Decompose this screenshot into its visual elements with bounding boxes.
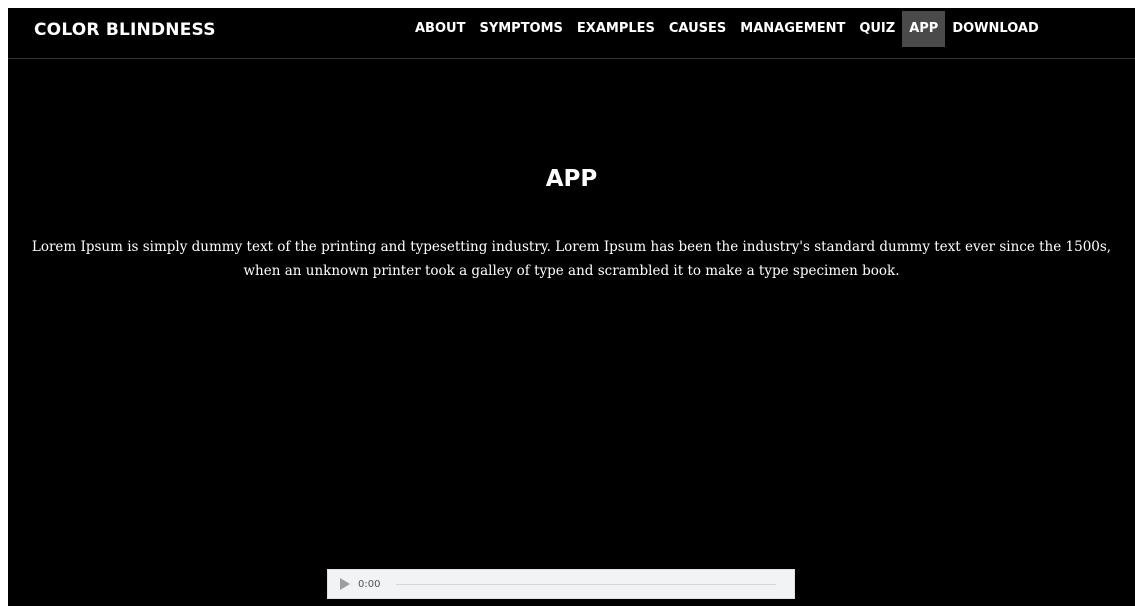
section-title: APP	[545, 166, 598, 192]
audio-progress-track[interactable]	[396, 583, 777, 585]
nav-item-management[interactable]: MANAGEMENT	[733, 11, 852, 47]
nav-item-examples[interactable]: EXAMPLES	[570, 11, 662, 47]
nav-item-symptoms[interactable]: SYMPTOMS	[472, 11, 569, 47]
brand-logo[interactable]: COLOR BLINDNESS	[34, 8, 216, 52]
section-description: Lorem Ipsum is simply dummy text of the …	[31, 239, 1112, 279]
nav-item-about[interactable]: ABOUT	[408, 11, 472, 47]
play-icon[interactable]	[340, 578, 350, 590]
nav-menu: ABOUT SYMPTOMS EXAMPLES CAUSES MANAGEMEN…	[408, 11, 1046, 47]
audio-time: 0:00	[358, 578, 381, 590]
nav-item-causes[interactable]: CAUSES	[662, 11, 733, 47]
top-navbar: COLOR BLINDNESS ABOUT SYMPTOMS EXAMPLES …	[8, 8, 1135, 59]
page-viewport: COLOR BLINDNESS ABOUT SYMPTOMS EXAMPLES …	[8, 8, 1135, 606]
nav-item-quiz[interactable]: QUIZ	[852, 11, 902, 47]
nav-item-app[interactable]: APP	[902, 11, 946, 47]
audio-player[interactable]: 0:00	[327, 569, 795, 599]
nav-item-download[interactable]: DOWNLOAD	[945, 11, 1045, 47]
